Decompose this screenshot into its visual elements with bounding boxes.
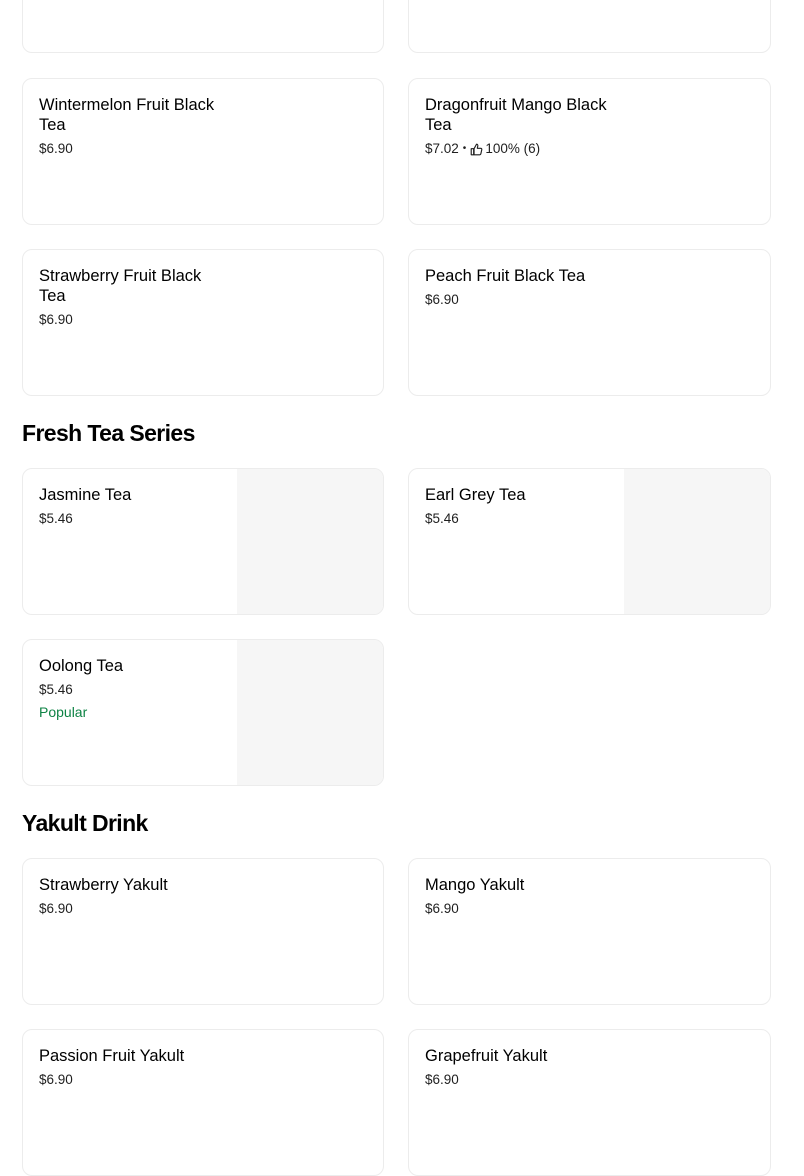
section-title-fresh-tea: Fresh Tea Series xyxy=(22,420,195,446)
item-image xyxy=(237,640,383,785)
menu-item-card[interactable] xyxy=(408,0,771,53)
item-price: $6.90 xyxy=(39,312,73,327)
item-price: $6.90 xyxy=(425,292,459,307)
item-name: Passion Fruit Yakult xyxy=(39,1047,185,1065)
item-price: $5.46 xyxy=(39,511,73,526)
menu-item-oolong-tea[interactable]: Oolong Tea $5.46 Popular xyxy=(22,639,384,786)
item-image xyxy=(237,469,383,614)
item-image xyxy=(624,469,770,614)
item-name: Grapefruit Yakult xyxy=(425,1047,548,1065)
menu-item-earl-grey-tea[interactable]: Earl Grey Tea $5.46 xyxy=(408,468,771,615)
separator-dot: • xyxy=(462,143,467,154)
item-price: $6.90 xyxy=(39,141,73,156)
item-name: Jasmine Tea xyxy=(39,486,132,504)
menu-item-wintermelon-fruit-black-tea[interactable]: Wintermelon Fruit Black Tea $6.90 xyxy=(22,78,384,225)
menu-item-grapefruit-yakult[interactable]: Grapefruit Yakult $6.90 xyxy=(408,1029,771,1176)
menu-item-peach-fruit-black-tea[interactable]: Peach Fruit Black Tea $6.90 xyxy=(408,249,771,396)
item-name: Wintermelon Fruit Black Tea xyxy=(39,96,215,134)
menu-item-passion-fruit-yakult[interactable]: Passion Fruit Yakult $6.90 xyxy=(22,1029,384,1176)
menu-item-strawberry-yakult[interactable]: Strawberry Yakult $6.90 xyxy=(22,858,384,1005)
menu-item-mango-yakult[interactable]: Mango Yakult $6.90 xyxy=(408,858,771,1005)
item-name: Dragonfruit Mango Black Tea xyxy=(425,96,607,134)
thumbs-up-icon xyxy=(470,143,483,155)
item-name: Strawberry Yakult xyxy=(39,876,168,894)
popular-badge: Popular xyxy=(39,704,88,720)
item-price: $6.90 xyxy=(425,1072,459,1087)
item-price: $6.90 xyxy=(425,901,459,916)
menu-item-strawberry-fruit-black-tea[interactable]: Strawberry Fruit Black Tea $6.90 xyxy=(22,249,384,396)
item-price: $6.90 xyxy=(39,901,73,916)
item-name: Mango Yakult xyxy=(425,876,525,894)
menu-item-dragonfruit-mango-black-tea[interactable]: Dragonfruit Mango Black Tea $7.02 • 100%… xyxy=(408,78,771,225)
menu-item-jasmine-tea[interactable]: Jasmine Tea $5.46 xyxy=(22,468,384,615)
item-price: $5.46 xyxy=(39,682,73,697)
item-name: Peach Fruit Black Tea xyxy=(425,267,586,285)
item-name: Earl Grey Tea xyxy=(425,486,526,504)
item-rating: 100% (6) xyxy=(485,141,541,156)
item-price: $6.90 xyxy=(39,1072,73,1087)
item-name: Strawberry Fruit Black Tea xyxy=(39,267,202,305)
item-price: $7.02 xyxy=(425,141,459,156)
item-price: $5.46 xyxy=(425,511,459,526)
menu-item-card[interactable] xyxy=(22,0,384,53)
item-name: Oolong Tea xyxy=(39,657,124,675)
section-title-yakult-drink: Yakult Drink xyxy=(22,810,148,836)
